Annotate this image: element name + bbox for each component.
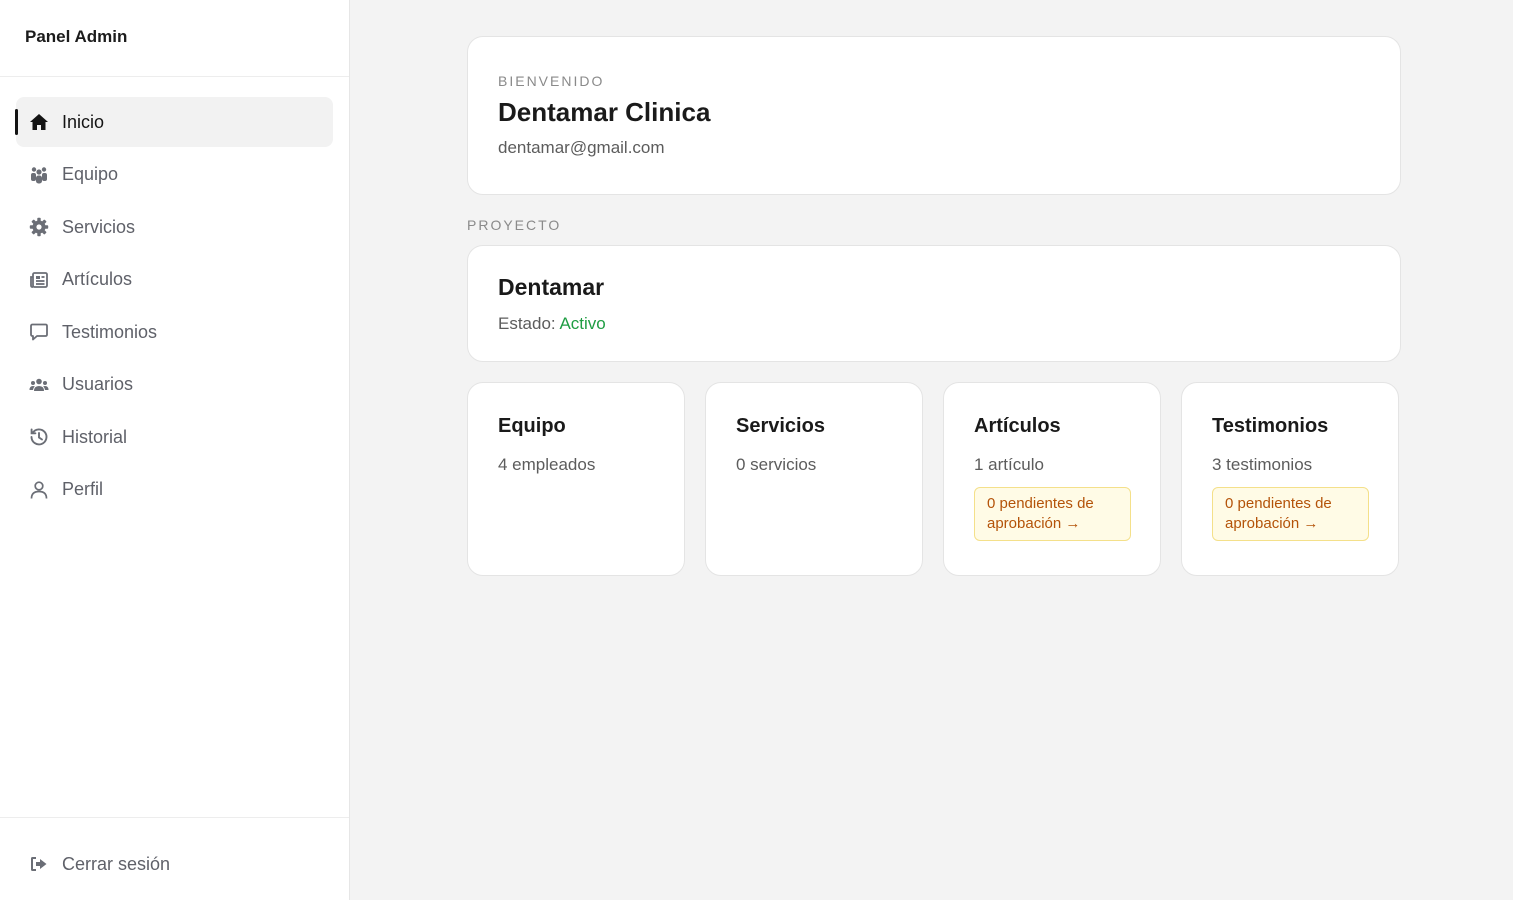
sidebar-item-label: Usuarios [62,374,134,394]
project-card: Dentamar Estado: Activo [467,245,1401,362]
stat-title: Equipo [498,415,566,437]
stat-value: 0 servicios [736,455,817,474]
pending-approval-link[interactable]: 0 pendientes de aprobación → [974,487,1131,541]
project-section-label: PROYECTO [467,217,562,233]
sidebar-item-servicios[interactable]: Servicios [16,202,333,252]
status-badge: Activo [559,314,606,333]
team-icon [29,165,49,185]
sidebar-item-label: Inicio [62,111,105,132]
stat-title: Artículos [974,415,1061,437]
home-icon [29,112,49,132]
stat-title: Servicios [736,415,825,437]
stat-card-equipo[interactable]: Equipo 4 empleados [467,382,685,576]
sidebar-item-label: Perfil [62,479,104,499]
sidebar-item-equipo[interactable]: Equipo [16,150,333,200]
stat-title: Testimonios [1212,415,1329,437]
pending-approval-link[interactable]: 0 pendientes de aprobación → [1212,487,1369,541]
history-icon [29,427,49,447]
user-icon [29,480,49,500]
stats-grid: Equipo 4 empleados Servicios 0 servicios… [467,382,1401,576]
sidebar-item-label: Servicios [62,216,136,237]
main-content: BIENVENIDO Dentamar Clinica dentamar@gma… [467,36,1401,576]
welcome-eyebrow: BIENVENIDO [498,73,605,89]
stat-value: 4 empleados [498,455,596,474]
stat-value: 1 artículo [974,455,1044,474]
sidebar: Panel Admin Inicio Equipo Servicios Artí… [0,0,350,900]
welcome-email: dentamar@gmail.com [498,138,665,157]
welcome-card: BIENVENIDO Dentamar Clinica dentamar@gma… [467,36,1401,195]
logout-icon [29,854,49,874]
sidebar-nav: Inicio Equipo Servicios Artículos Testim… [0,77,349,515]
users-icon [29,375,49,395]
stat-card-articulos[interactable]: Artículos 1 artículo 0 pendientes de apr… [943,382,1161,576]
logout-label: Cerrar sesión [62,853,171,874]
project-status: Estado: Activo [498,314,1370,334]
project-status-label: Estado: [498,314,556,333]
newspaper-icon [29,270,49,290]
sidebar-item-testimonios[interactable]: Testimonios [16,307,333,357]
stat-card-testimonios[interactable]: Testimonios 3 testimonios 0 pendientes d… [1181,382,1399,576]
logout-button[interactable]: Cerrar sesión [16,839,333,889]
stat-value: 3 testimonios [1212,455,1313,474]
sidebar-item-label: Equipo [62,164,119,184]
sidebar-item-historial[interactable]: Historial [16,412,333,462]
project-name: Dentamar [498,274,605,300]
gear-icon [29,217,49,237]
sidebar-item-inicio[interactable]: Inicio [15,97,333,147]
comment-icon [29,322,49,342]
welcome-name: Dentamar Clinica [498,97,711,127]
sidebar-item-label: Historial [62,426,128,447]
stat-card-servicios[interactable]: Servicios 0 servicios [705,382,923,576]
sidebar-item-articulos[interactable]: Artículos [16,255,333,305]
sidebar-item-label: Artículos [62,269,133,289]
sidebar-item-label: Testimonios [62,321,158,342]
brand-title: Panel Admin [0,0,349,77]
sidebar-item-perfil[interactable]: Perfil [16,465,333,515]
sidebar-item-usuarios[interactable]: Usuarios [16,360,333,410]
sidebar-footer: Cerrar sesión [0,817,349,900]
